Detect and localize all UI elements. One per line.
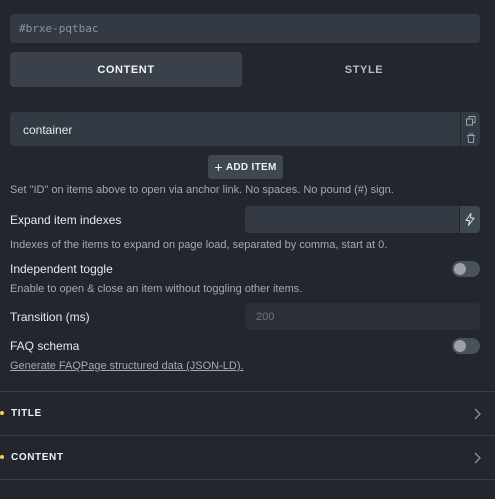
chevron-right-icon	[473, 451, 481, 469]
section-divider	[0, 479, 495, 480]
repeater-item-actions	[460, 112, 480, 146]
section-title[interactable]: TITLE	[0, 393, 495, 435]
section-content-label: CONTENT	[11, 452, 64, 463]
trash-icon[interactable]	[461, 129, 480, 146]
section-title-label: TITLE	[11, 408, 42, 419]
toggle-knob	[454, 340, 466, 352]
transition-placeholder: 200	[256, 311, 275, 323]
add-item-button[interactable]: + ADD ITEM	[208, 155, 283, 179]
bolt-icon[interactable]	[459, 206, 480, 233]
element-id-value: #brxe-pqtbac	[19, 22, 99, 35]
independent-toggle-help: Enable to open & close an item without t…	[10, 283, 303, 295]
chevron-right-icon	[473, 407, 481, 425]
transition-input[interactable]: 200	[245, 303, 480, 330]
section-indicator-dot	[0, 411, 4, 415]
items-help-text: Set "ID" on items above to open via anch…	[10, 184, 394, 196]
copy-icon[interactable]	[461, 112, 480, 129]
faq-schema-switch[interactable]	[452, 338, 480, 354]
tab-content[interactable]: CONTENT	[10, 52, 242, 87]
toggle-knob	[454, 263, 466, 275]
element-id-field[interactable]: #brxe-pqtbac	[10, 14, 480, 43]
expand-indexes-input[interactable]	[245, 206, 480, 233]
tab-style[interactable]: STYLE	[248, 52, 480, 87]
add-item-label: ADD ITEM	[225, 161, 277, 173]
expand-indexes-help: Indexes of the items to expand on page l…	[10, 239, 388, 251]
repeater-item[interactable]: container	[10, 112, 480, 146]
panel-tabs: CONTENT STYLE	[10, 52, 480, 87]
section-divider	[0, 391, 495, 392]
faq-schema-label: FAQ schema	[10, 339, 80, 353]
expand-indexes-label: Expand item indexes	[10, 213, 122, 227]
faq-schema-link[interactable]: Generate FAQPage structured data (JSON-L…	[10, 360, 244, 372]
repeater-item-label: container	[23, 123, 73, 137]
section-content[interactable]: CONTENT	[0, 437, 495, 479]
plus-icon: +	[214, 159, 223, 175]
independent-toggle-label: Independent toggle	[10, 262, 113, 276]
section-indicator-dot	[0, 455, 4, 459]
section-divider	[0, 435, 495, 436]
transition-label: Transition (ms)	[10, 310, 90, 324]
independent-toggle-switch[interactable]	[452, 261, 480, 277]
